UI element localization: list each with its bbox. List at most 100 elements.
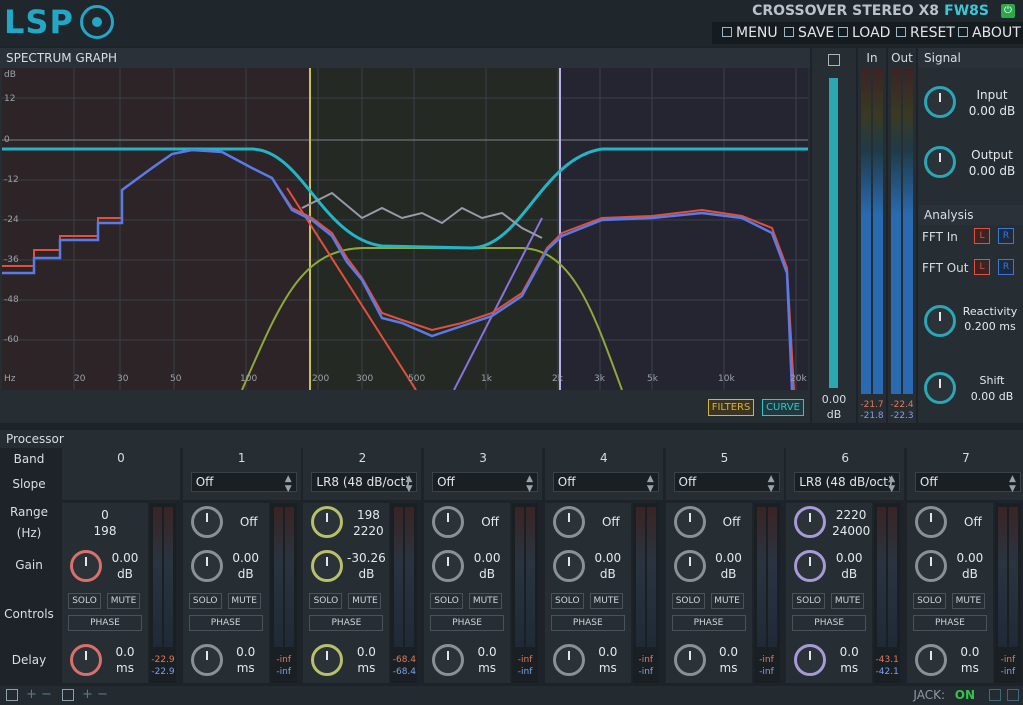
delay-unit: ms xyxy=(840,661,859,675)
band-meter-l xyxy=(756,507,766,647)
phase-button[interactable]: PHASE xyxy=(430,615,505,631)
row-label-gain: Gain xyxy=(15,558,43,572)
range-knob[interactable] xyxy=(432,506,465,538)
input-knob[interactable] xyxy=(924,86,956,118)
solo-button[interactable]: SOLO xyxy=(550,593,584,609)
chevron-up-down-icon: ▲ ▼ xyxy=(526,474,534,494)
delay-knob[interactable] xyxy=(673,644,706,676)
reset-button[interactable]: RESET xyxy=(896,25,955,41)
header: LSP CROSSOVER STEREO X8 FW8S ⏻ MENU SAVE… xyxy=(0,0,1023,46)
zoom-icon[interactable] xyxy=(828,54,840,66)
range-knob[interactable] xyxy=(190,506,223,538)
gain-knob[interactable] xyxy=(190,550,223,582)
mute-button[interactable]: MUTE xyxy=(951,593,985,609)
gain-knob[interactable] xyxy=(794,550,827,582)
row-label-range: Range xyxy=(9,505,49,519)
slope-select[interactable]: LR8 (48 dB/oct) ▲ ▼ xyxy=(794,472,901,494)
output-meter: Out -22.4 -22.3 xyxy=(888,48,916,423)
phase-button[interactable]: PHASE xyxy=(309,615,384,631)
output-knob[interactable] xyxy=(924,146,956,178)
phase-button[interactable]: PHASE xyxy=(912,615,987,631)
phase-button[interactable]: PHASE xyxy=(68,615,142,631)
gain-knob[interactable] xyxy=(673,550,706,582)
band-number: 5 xyxy=(720,451,729,465)
menu-button[interactable]: MENU xyxy=(722,25,778,41)
range-knob[interactable] xyxy=(914,506,947,538)
x-tick: 30 xyxy=(117,374,129,384)
slope-select[interactable]: LR8 (48 dB/oct) ▲ ▼ xyxy=(311,472,418,494)
slope-select[interactable]: Off ▲ ▼ xyxy=(673,472,780,494)
fft-in-right-toggle[interactable]: R xyxy=(998,228,1014,244)
phase-button[interactable]: PHASE xyxy=(188,615,263,631)
range-knob[interactable] xyxy=(552,506,585,538)
slope-select[interactable]: Off ▲ ▼ xyxy=(432,472,539,494)
delay-unit: ms xyxy=(598,661,617,675)
phase-button[interactable]: PHASE xyxy=(792,615,867,631)
gain-knob[interactable] xyxy=(552,550,585,582)
chevron-up-down-icon: ▲ ▼ xyxy=(405,474,413,494)
fft-out-right-toggle[interactable]: R xyxy=(998,259,1014,275)
mute-button[interactable]: MUTE xyxy=(710,593,744,609)
meter-in-label: In xyxy=(866,51,878,65)
phase-button[interactable]: PHASE xyxy=(671,615,746,631)
solo-button[interactable]: SOLO xyxy=(188,593,222,609)
solo-button[interactable]: SOLO xyxy=(309,593,343,609)
gain-knob[interactable] xyxy=(432,550,465,582)
zoom-controls-2[interactable]: + − xyxy=(82,687,108,702)
slope-select[interactable]: Off ▲ ▼ xyxy=(914,472,1021,494)
solo-button[interactable]: SOLO xyxy=(430,593,464,609)
zoom-slider[interactable] xyxy=(829,78,838,388)
fft-out-left-toggle[interactable]: L xyxy=(974,259,990,275)
mute-button[interactable]: MUTE xyxy=(348,593,382,609)
band-meter: -inf -inf xyxy=(632,503,659,683)
delay-knob[interactable] xyxy=(794,644,827,676)
mute-button[interactable]: MUTE xyxy=(227,593,261,609)
delay-knob[interactable] xyxy=(552,644,585,676)
gain-knob[interactable] xyxy=(70,550,102,582)
about-button[interactable]: ABOUT xyxy=(958,25,1021,41)
slope-select[interactable]: Off ▲ ▼ xyxy=(190,472,297,494)
gain-value: 0.00 xyxy=(232,551,260,565)
save-button[interactable]: SAVE xyxy=(784,25,834,41)
solo-button[interactable]: SOLO xyxy=(792,593,826,609)
zoom-controls-1[interactable]: + − xyxy=(26,687,52,702)
phase-button[interactable]: PHASE xyxy=(550,615,625,631)
curve-button[interactable]: CURVE xyxy=(762,399,804,416)
solo-button[interactable]: SOLO xyxy=(671,593,705,609)
resize-icon[interactable] xyxy=(1007,689,1019,701)
delay-knob[interactable] xyxy=(70,644,102,676)
mute-button[interactable]: MUTE xyxy=(469,593,503,609)
slope-value: Off xyxy=(557,475,576,489)
slope-select[interactable]: Off ▲ ▼ xyxy=(552,472,659,494)
reactivity-knob[interactable] xyxy=(924,305,956,337)
window-icon[interactable] xyxy=(6,689,18,701)
slope-value: LR8 (48 dB/oct) xyxy=(316,475,410,489)
filters-button[interactable]: FILTERS xyxy=(708,399,754,416)
fft-in-left-toggle[interactable]: L xyxy=(974,228,990,244)
x-tick: 3k xyxy=(594,374,605,384)
delay-knob[interactable] xyxy=(914,644,947,676)
mute-button[interactable]: MUTE xyxy=(831,593,865,609)
menubar: MENU SAVE LOAD RESET ABOUT xyxy=(712,22,1023,44)
band-number: 7 xyxy=(962,451,970,465)
input-meter: In -21.7 -21.8 xyxy=(858,48,886,423)
shift-knob[interactable] xyxy=(924,372,956,404)
jack-config-icon[interactable] xyxy=(989,689,1001,701)
load-button[interactable]: LOAD xyxy=(838,25,890,41)
delay-knob[interactable] xyxy=(432,644,465,676)
x-tick: 20 xyxy=(74,374,86,384)
range-knob[interactable] xyxy=(794,506,827,538)
band-meter: -inf -inf xyxy=(753,503,780,683)
gain-knob[interactable] xyxy=(914,550,947,582)
solo-button[interactable]: SOLO xyxy=(912,593,946,609)
solo-button[interactable]: SOLO xyxy=(68,593,101,609)
range-knob[interactable] xyxy=(673,506,706,538)
power-icon[interactable]: ⏻ xyxy=(1001,4,1015,18)
layout-icon[interactable] xyxy=(62,689,74,701)
delay-value: 0.0 xyxy=(356,645,376,659)
mute-button[interactable]: MUTE xyxy=(107,593,140,609)
mute-button[interactable]: MUTE xyxy=(589,593,623,609)
spectrum-graph[interactable]: dB 12 0 -12 -24 -36 -48 -60 Hz 20 30 50 … xyxy=(2,68,808,390)
delay-knob[interactable] xyxy=(190,644,223,676)
about-icon xyxy=(958,27,968,37)
